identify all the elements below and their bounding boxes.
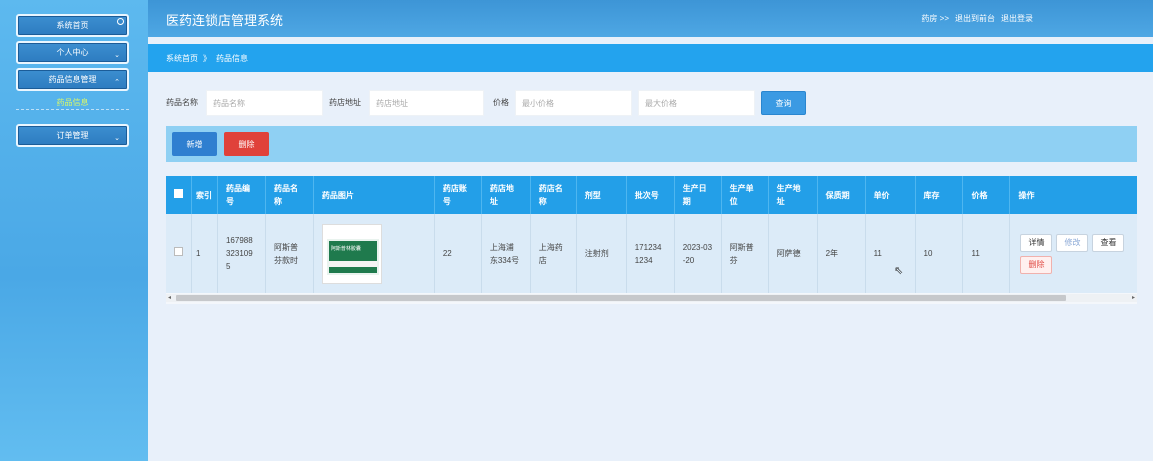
row-select-cell [166, 214, 192, 293]
cell-code: 1679883231095 [217, 214, 266, 293]
drug-name-input[interactable]: 药品名称 [206, 90, 323, 116]
col-stock: 库存 [915, 176, 964, 214]
sidebar-subitem-drug-info[interactable]: 药品信息 [16, 95, 129, 110]
horizontal-scrollbar[interactable]: ◂ ▸ [166, 294, 1137, 302]
ornament-icon [117, 18, 124, 25]
cell-dosage-form: 注射剂 [576, 214, 627, 293]
breadcrumb: 系统首页 》 药品信息 [148, 44, 1153, 72]
cell-unit-price: 11 [865, 214, 916, 293]
chevron-down-icon: ⌄ [114, 135, 120, 142]
row-checkbox[interactable] [174, 247, 183, 256]
chevron-up-icon: ⌃ [114, 79, 120, 86]
scroll-right-icon[interactable]: ▸ [1132, 294, 1135, 301]
cell-name: 阿斯普芬款时 [265, 214, 314, 293]
table-header-row: 索引 药品编号 药品名称 药品图片 药店账号 药店地址 药店名称 剂型 批次号 … [166, 176, 1137, 214]
address-label: 药店地址 [329, 98, 361, 107]
cell-index: 1 [191, 214, 218, 293]
mouse-pointer-icon: ⇖ [894, 265, 904, 277]
app-title: 医药连锁店管理系统 [166, 13, 284, 28]
sidebar-item-drug-management[interactable]: 药品信息管理 ⌃ [16, 68, 129, 91]
scroll-left-icon[interactable]: ◂ [168, 294, 171, 301]
col-unit-price: 单价 [865, 176, 916, 214]
cell-prod-address: 阿萨德 [768, 214, 818, 293]
cell-ops: 详情 修改 查看 删除 [1010, 214, 1137, 293]
view-button[interactable]: 查看 [1092, 233, 1125, 252]
col-prod-date: 生产日期 [674, 176, 722, 214]
add-button[interactable]: 新增 [172, 132, 217, 156]
drug-table: 索引 药品编号 药品名称 药品图片 药店账号 药店地址 药店名称 剂型 批次号 … [166, 176, 1137, 293]
col-ops: 操作 [1018, 190, 1035, 200]
breadcrumb-separator: 》 [203, 53, 211, 63]
sidebar-item-label: 订单管理 [56, 131, 89, 140]
sidebar-item-label: 系统首页 [56, 21, 89, 30]
chevron-down-icon: ⌄ [114, 52, 120, 59]
edit-button[interactable]: 修改 [1056, 233, 1089, 252]
col-price: 价格 [962, 176, 1011, 214]
col-store-address: 药店地址 [481, 176, 531, 214]
col-image: 药品图片 [313, 176, 435, 214]
cell-stock: 10 [915, 214, 964, 293]
drug-package-image: 阿斯普林胶囊 [326, 238, 379, 275]
cell-prod-date: 2023-03-20 [674, 214, 722, 293]
col-shelf-life: 保质期 [817, 176, 866, 214]
select-all-cell [166, 176, 192, 214]
cell-shelf-life: 2年 [817, 214, 866, 293]
user-label: 药房 >> [921, 14, 949, 23]
detail-button[interactable]: 详情 [1020, 233, 1053, 252]
data-table-container: 索引 药品编号 药品名称 药品图片 药店账号 药店地址 药店名称 剂型 批次号 … [166, 176, 1137, 304]
name-label: 药品名称 [166, 98, 198, 107]
table-row: 1 1679883231095 阿斯普芬款时 阿斯普林胶囊 22 上海浦东334… [166, 214, 1137, 293]
cell-store-address: 上海浦东334号 [481, 214, 531, 293]
select-all-checkbox[interactable] [174, 188, 183, 198]
col-name: 药品名称 [265, 176, 314, 214]
col-store-account: 药店账号 [434, 176, 482, 214]
store-address-input[interactable]: 药店地址 [369, 90, 484, 116]
sidebar-item-orders[interactable]: 订单管理 ⌄ [16, 124, 129, 147]
action-bar: 新增 删除 [166, 126, 1137, 162]
query-button[interactable]: 查询 [761, 91, 806, 115]
col-store-name: 药店名称 [530, 176, 577, 214]
sidebar-item-home[interactable]: 系统首页 [16, 14, 129, 37]
cell-image: 阿斯普林胶囊 [313, 214, 435, 293]
header-links: 药房 >> 退出到前台 退出登录 [921, 13, 1033, 24]
delete-button[interactable]: 删除 [224, 132, 269, 156]
search-bar: 药品名称 药品名称 药店地址 药店地址 价格 最小价格 最大价格 查询 [148, 90, 1153, 116]
max-price-input[interactable]: 最大价格 [638, 90, 755, 116]
col-code: 药品编号 [217, 176, 266, 214]
exit-front-link[interactable]: 退出到前台 [955, 13, 995, 24]
col-index: 索引 [191, 176, 218, 214]
package-label: 阿斯普林胶囊 [330, 245, 361, 252]
col-manufacturer: 生产单位 [721, 176, 769, 214]
sidebar-item-label: 药品信息管理 [48, 75, 97, 84]
price-label: 价格 [493, 98, 509, 107]
row-delete-button[interactable]: 删除 [1020, 255, 1053, 274]
cell-batch: 1712341234 [626, 214, 675, 293]
drug-image: 阿斯普林胶囊 [321, 223, 382, 284]
cell-store-account: 22 [434, 214, 482, 293]
col-dosage-form: 剂型 [576, 176, 627, 214]
col-prod-address: 生产地址 [768, 176, 818, 214]
sidebar-item-label: 个人中心 [56, 48, 89, 57]
cell-manufacturer: 阿斯普芬 [721, 214, 769, 293]
min-price-input[interactable]: 最小价格 [515, 90, 632, 116]
breadcrumb-current: 药品信息 [216, 53, 248, 63]
package-stripe [328, 260, 377, 267]
cell-price: 11 [962, 214, 1011, 293]
logout-link[interactable]: 退出登录 [1001, 13, 1033, 24]
top-header: 医药连锁店管理系统 药房 >> 退出到前台 退出登录 [148, 0, 1153, 37]
col-batch: 批次号 [626, 176, 675, 214]
cell-store-name: 上海药店 [530, 214, 577, 293]
sidebar-item-profile[interactable]: 个人中心 ⌄ [16, 41, 129, 64]
sidebar: 系统首页 个人中心 ⌄ 药品信息管理 ⌃ 药品信息 订单管理 ⌄ [0, 0, 148, 461]
breadcrumb-home[interactable]: 系统首页 [166, 53, 198, 64]
scrollbar-thumb[interactable] [176, 295, 1066, 301]
